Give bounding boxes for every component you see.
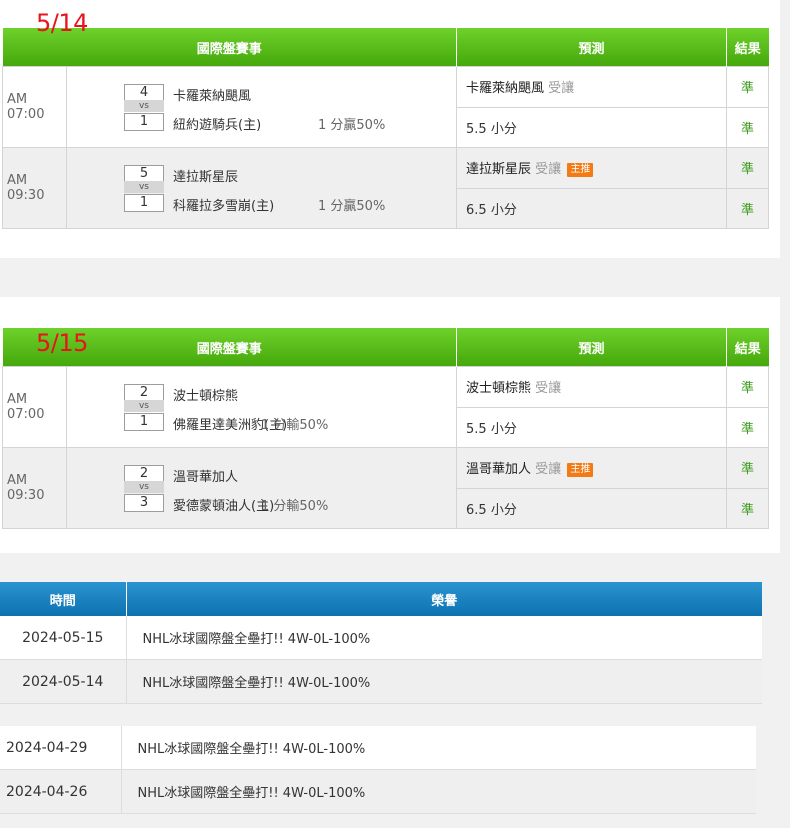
team-away: 波士頓棕熊 (173, 389, 239, 404)
header-result: 結果 (726, 328, 769, 367)
header-prediction: 預測 (456, 328, 728, 367)
match-row: AM 09:30 2 vs 3 溫哥華加人 愛德蒙頓油人(主) 1 分輸50% … (2, 447, 770, 529)
result-mark: 準 (726, 187, 770, 229)
match-cell: 2 vs 1 波士頓棕熊 佛羅里達美洲豹(主) 1 分輸50% (65, 366, 458, 448)
vs-label: vs (124, 400, 164, 412)
score-home: 1 (124, 194, 164, 212)
day-panel-0514: 5/14 國際盤賽事 預測 結果 AM 07:00 4 vs 1 卡羅萊納颶風 … (0, 0, 780, 258)
pick-team: 達拉斯星辰 (466, 162, 532, 178)
pick-side: 受讓 (535, 381, 562, 397)
odds-line: 1 分贏50% (318, 118, 386, 133)
prediction-ou: 5.5 小分 (456, 106, 728, 148)
prediction-side: 波士頓棕熊 受讓 (456, 366, 728, 408)
team-home: 科羅拉多雪崩(主) (173, 199, 275, 214)
honor-date: 2024-05-14 (0, 659, 127, 704)
ou-pick: 5.5 小分 (466, 121, 517, 137)
pick-side: 受讓 (548, 81, 575, 97)
vs-label: vs (124, 181, 164, 193)
day-panel-0515: 5/15 國際盤賽事 預測 結果 AM 07:00 2 vs 1 波士頓棕熊 佛… (0, 297, 780, 553)
pick-team: 卡羅萊納颶風 (466, 81, 545, 97)
result-mark: 準 (726, 447, 770, 489)
header-time: 時間 (0, 582, 127, 616)
pick-side: 受讓 (535, 162, 562, 178)
result-mark: 準 (726, 366, 770, 408)
team-home: 紐約遊騎兵(主) (173, 118, 262, 133)
result-mark: 準 (726, 147, 770, 189)
vs-label: vs (124, 100, 164, 112)
match-cell: 5 vs 1 達拉斯星辰 科羅拉多雪崩(主) 1 分贏50% (65, 147, 458, 229)
header-result: 結果 (726, 28, 769, 67)
header-honor: 榮譽 (126, 582, 762, 616)
honor-text: NHL冰球國際盤全壘打!! 4W-0L-100% (126, 616, 762, 660)
prediction-ou: 5.5 小分 (456, 406, 728, 448)
odds-line: 1 分輸50% (261, 499, 329, 514)
header-prediction: 預測 (456, 28, 728, 67)
match-cell: 4 vs 1 卡羅萊納颶風 紐約遊騎兵(主) 1 分贏50% (65, 66, 458, 148)
match-cell: 2 vs 3 溫哥華加人 愛德蒙頓油人(主) 1 分輸50% (65, 447, 458, 529)
ou-pick: 6.5 小分 (466, 202, 517, 218)
game-time: AM 07:00 (2, 66, 67, 148)
pick-team: 波士頓棕熊 (466, 381, 532, 397)
team-home: 愛德蒙頓油人(主) (173, 499, 275, 514)
honor-text: NHL冰球國際盤全壘打!! 4W-0L-100% (121, 769, 756, 814)
ou-pick: 5.5 小分 (466, 421, 517, 437)
match-table: 國際盤賽事 預測 結果 AM 07:00 4 vs 1 卡羅萊納颶風 紐約遊騎兵… (2, 28, 770, 229)
vs-label: vs (124, 481, 164, 493)
honor-row: 2024-05-14 NHL冰球國際盤全壘打!! 4W-0L-100% (0, 659, 762, 704)
prediction-ou: 6.5 小分 (456, 187, 728, 229)
honor-date: 2024-04-26 (0, 769, 122, 814)
team-away: 卡羅萊納颶風 (173, 89, 252, 104)
score-home: 1 (124, 413, 164, 431)
featured-badge: 主推 (567, 463, 594, 478)
match-table: 國際盤賽事 預測 結果 AM 07:00 2 vs 1 波士頓棕熊 佛羅里達美洲… (2, 328, 770, 529)
pick-team: 溫哥華加人 (466, 462, 532, 478)
odds-line: 1 分輸50% (261, 418, 329, 433)
result-mark: 準 (726, 106, 770, 148)
date-label: 5/15 (36, 329, 88, 357)
honor-table: 時間 榮譽 2024-05-15 NHL冰球國際盤全壘打!! 4W-0L-100… (0, 582, 762, 704)
table-header: 國際盤賽事 預測 結果 (2, 328, 769, 367)
honor-row: 2024-04-29 NHL冰球國際盤全壘打!! 4W-0L-100% (0, 726, 756, 770)
match-row: AM 07:00 2 vs 1 波士頓棕熊 佛羅里達美洲豹(主) 1 分輸50%… (2, 366, 770, 448)
prediction-side: 達拉斯星辰 受讓 主推 (456, 147, 728, 189)
honor-header: 時間 榮譽 (0, 582, 762, 616)
odds-line: 1 分贏50% (318, 199, 386, 214)
honor-row: 2024-04-26 NHL冰球國際盤全壘打!! 4W-0L-100% (0, 769, 756, 814)
result-mark: 準 (726, 66, 770, 108)
honor-row: 2024-05-15 NHL冰球國際盤全壘打!! 4W-0L-100% (0, 616, 762, 660)
featured-badge: 主推 (567, 163, 594, 178)
prediction-ou: 6.5 小分 (456, 487, 728, 529)
team-away: 溫哥華加人 (173, 470, 239, 485)
honor-table-older: 2024-04-29 NHL冰球國際盤全壘打!! 4W-0L-100% 2024… (0, 726, 756, 814)
prediction-side: 溫哥華加人 受讓 主推 (456, 447, 728, 489)
honor-text: NHL冰球國際盤全壘打!! 4W-0L-100% (126, 659, 762, 704)
honor-text: NHL冰球國際盤全壘打!! 4W-0L-100% (121, 726, 756, 770)
match-row: AM 09:30 5 vs 1 達拉斯星辰 科羅拉多雪崩(主) 1 分贏50% … (2, 147, 770, 229)
honor-date: 2024-04-29 (0, 726, 122, 770)
prediction-side: 卡羅萊納颶風 受讓 (456, 66, 728, 108)
pick-side: 受讓 (535, 462, 562, 478)
match-row: AM 07:00 4 vs 1 卡羅萊納颶風 紐約遊騎兵(主) 1 分贏50% … (2, 66, 770, 148)
result-mark: 準 (726, 487, 770, 529)
table-header: 國際盤賽事 預測 結果 (2, 28, 769, 67)
team-away: 達拉斯星辰 (173, 170, 239, 185)
ou-pick: 6.5 小分 (466, 502, 517, 518)
honor-date: 2024-05-15 (0, 616, 127, 660)
date-label: 5/14 (36, 9, 88, 37)
game-time: AM 09:30 (2, 447, 67, 529)
score-home: 3 (124, 494, 164, 512)
game-time: AM 07:00 (2, 366, 67, 448)
result-mark: 準 (726, 406, 770, 448)
score-home: 1 (124, 113, 164, 131)
game-time: AM 09:30 (2, 147, 67, 229)
